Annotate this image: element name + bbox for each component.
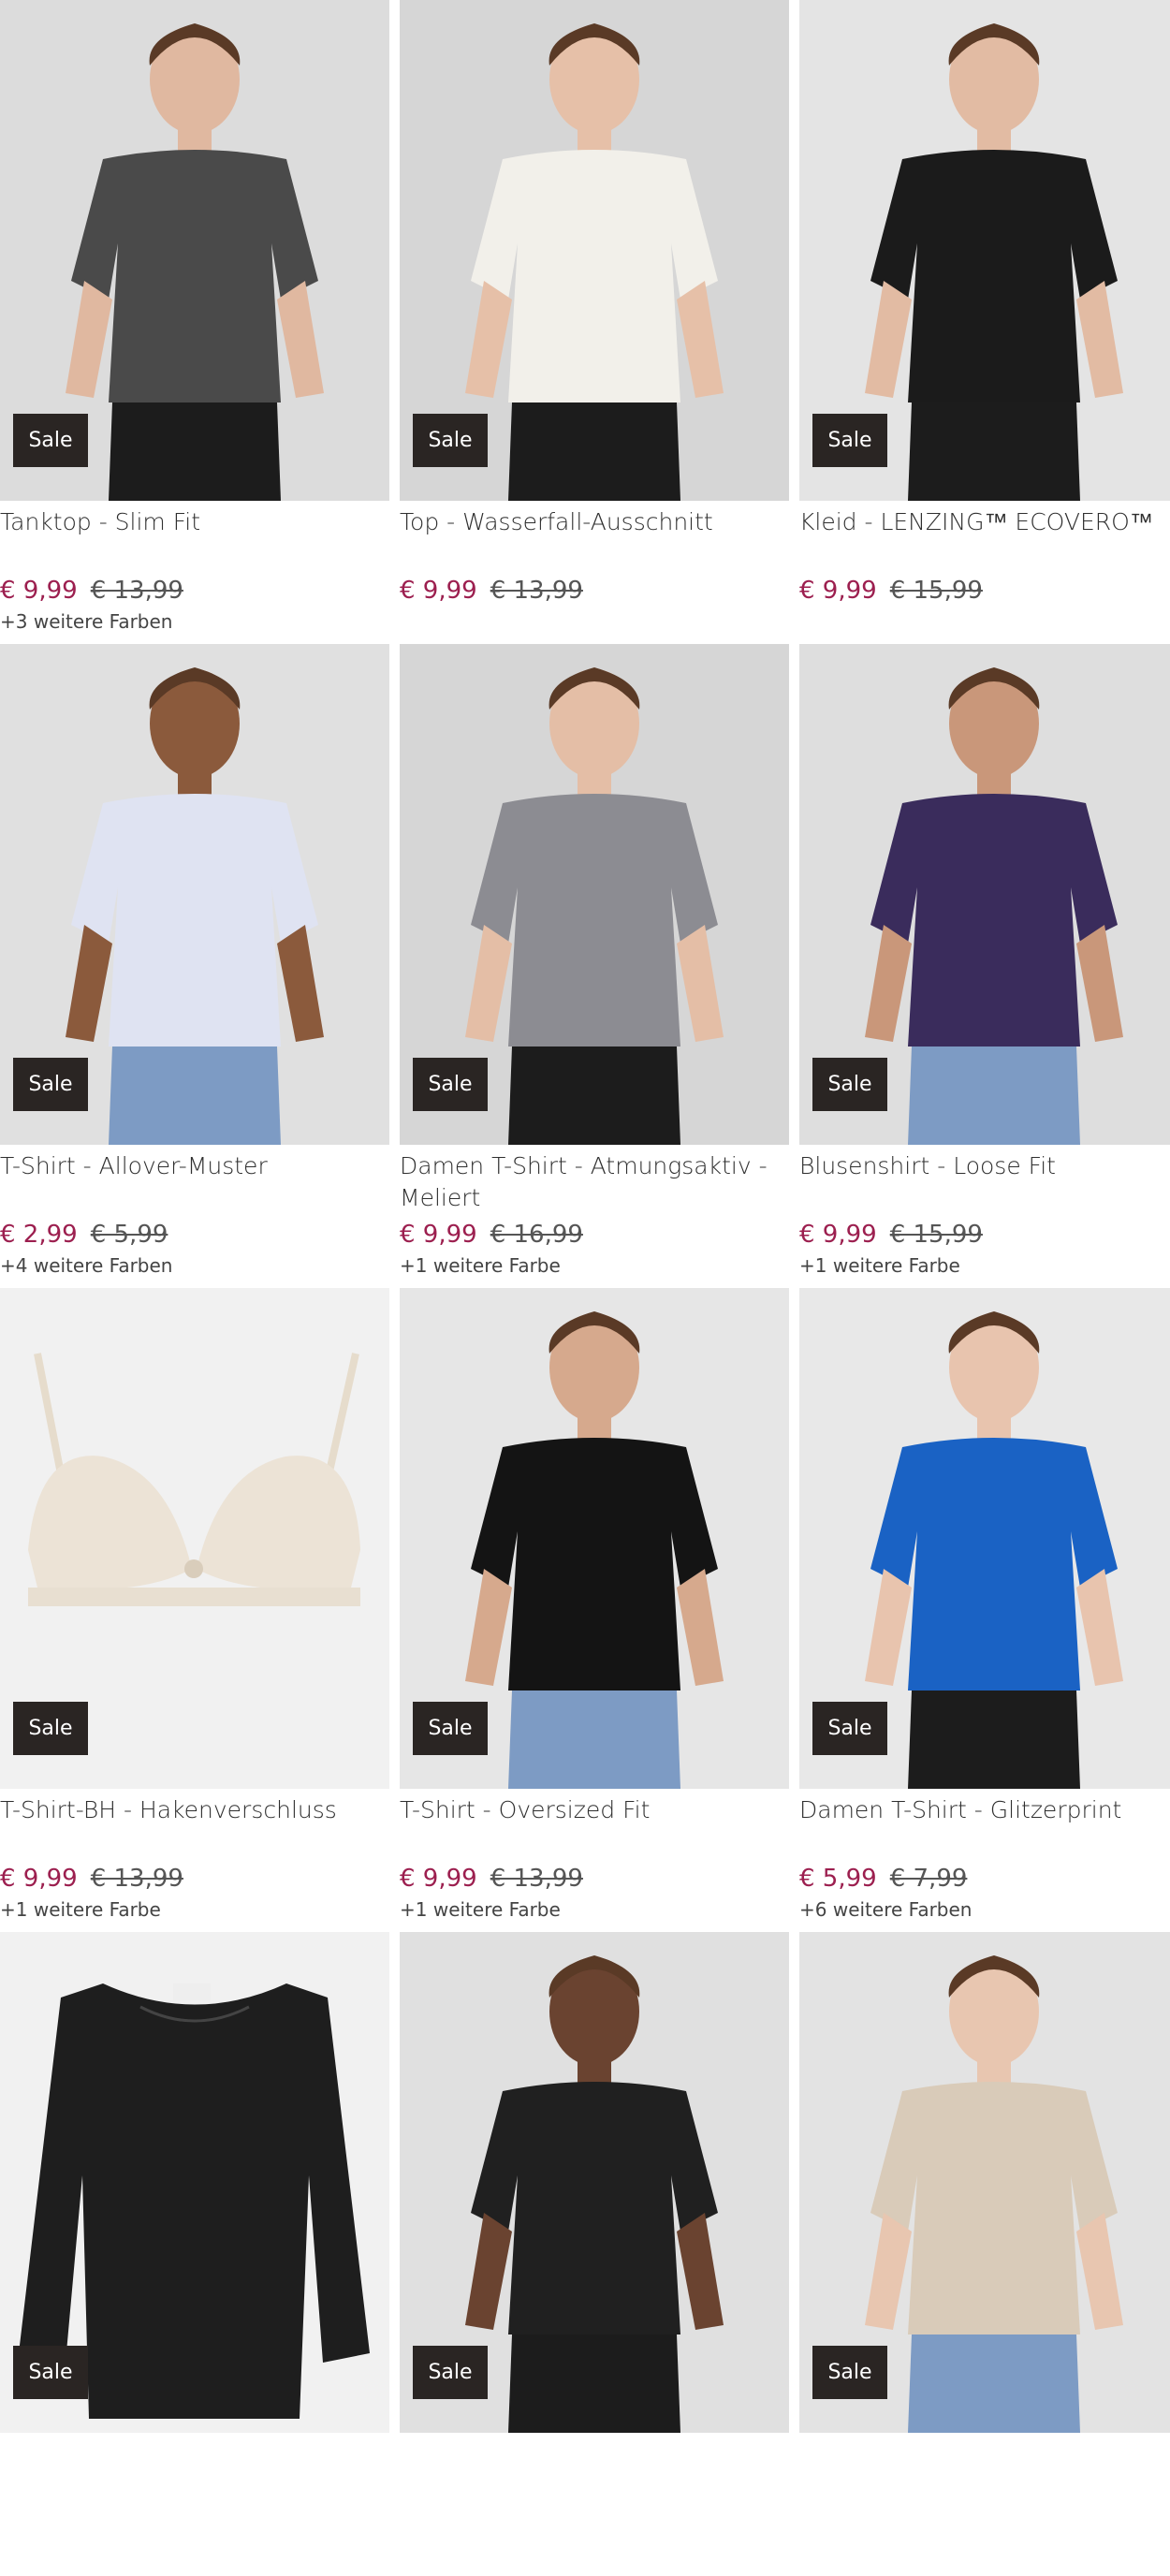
sale-price: € 9,99 <box>0 577 78 605</box>
sale-price: € 9,99 <box>400 577 477 605</box>
price-row: € 5,99 € 7,99 <box>799 1862 1170 1895</box>
more-colors-link[interactable]: +1 weitere Farbe <box>799 1251 1170 1280</box>
product-name[interactable]: T-Shirt - Oversized Fit <box>400 1794 789 1858</box>
original-price: € 13,99 <box>490 577 583 605</box>
sale-price: € 9,99 <box>799 577 877 605</box>
product-name[interactable]: Damen T-Shirt - Atmungsaktiv - Meliert <box>400 1150 789 1214</box>
more-colors-link[interactable] <box>0 2539 389 2568</box>
product-name[interactable]: T-Shirt - Allover-Muster <box>0 1150 389 1214</box>
sale-badge: Sale <box>13 1702 88 1755</box>
product-name[interactable] <box>799 2438 1170 2502</box>
price-row: € 9,99 € 13,99 <box>0 574 389 607</box>
sale-badge: Sale <box>812 2346 887 2399</box>
more-colors-link[interactable] <box>799 607 1170 636</box>
product-card[interactable]: Sale <box>400 1932 789 2576</box>
product-image[interactable]: Sale <box>400 1932 789 2433</box>
product-name[interactable] <box>0 2438 389 2502</box>
product-card[interactable]: Sale T-Shirt - Allover-Muster € 2,99 € 5,99… <box>0 644 389 1288</box>
sale-badge: Sale <box>812 1058 887 1111</box>
sale-price: € 9,99 <box>0 1865 78 1893</box>
price-row <box>0 2506 389 2539</box>
product-image[interactable]: Sale <box>799 0 1170 501</box>
product-name[interactable] <box>400 2438 789 2502</box>
product-card[interactable]: Sale <box>799 1932 1170 2576</box>
sale-badge: Sale <box>13 414 88 467</box>
more-colors-link[interactable] <box>400 2539 789 2568</box>
original-price: € 13,99 <box>490 1865 583 1893</box>
product-image[interactable]: Sale <box>400 644 789 1145</box>
product-image[interactable]: Sale <box>400 1288 789 1789</box>
original-price: € 13,99 <box>90 577 183 605</box>
original-price: € 16,99 <box>490 1221 583 1249</box>
product-name[interactable]: T-Shirt-BH - Hakenverschluss <box>0 1794 389 1858</box>
sale-badge: Sale <box>413 2346 488 2399</box>
more-colors-link[interactable]: +3 weitere Farben <box>0 607 389 636</box>
original-price: € 15,99 <box>889 577 983 605</box>
product-name[interactable]: Damen T-Shirt - Glitzerprint <box>799 1794 1170 1858</box>
price-row: € 9,99 € 13,99 <box>400 574 789 607</box>
sale-price: € 9,99 <box>400 1865 477 1893</box>
sale-badge: Sale <box>413 1058 488 1111</box>
price-row: € 9,99 € 13,99 <box>400 1862 789 1895</box>
price-row <box>799 2506 1170 2539</box>
product-name[interactable]: Kleid - LENZING™ ECOVERO™ <box>799 506 1170 570</box>
price-row <box>400 2506 789 2539</box>
sale-badge: Sale <box>413 414 488 467</box>
price-row: € 9,99 € 15,99 <box>799 574 1170 607</box>
original-price: € 15,99 <box>889 1221 983 1249</box>
product-image[interactable]: Sale <box>0 644 389 1145</box>
sale-badge: Sale <box>812 1702 887 1755</box>
product-image[interactable]: Sale <box>799 644 1170 1145</box>
sale-price: € 2,99 <box>0 1221 78 1249</box>
original-price: € 5,99 <box>90 1221 168 1249</box>
sale-badge: Sale <box>13 1058 88 1111</box>
price-row: € 9,99 € 13,99 <box>0 1862 389 1895</box>
sale-badge: Sale <box>413 1702 488 1755</box>
product-image[interactable]: Sale <box>400 0 789 501</box>
product-name[interactable]: Top - Wasserfall-Ausschnitt <box>400 506 789 570</box>
price-row: € 9,99 € 15,99 <box>799 1218 1170 1251</box>
more-colors-link[interactable]: +4 weitere Farben <box>0 1251 389 1280</box>
sale-price: € 9,99 <box>799 1221 877 1249</box>
sale-badge: Sale <box>13 2346 88 2399</box>
product-card[interactable]: Sale T-Shirt - Oversized Fit € 9,99 € 13,99… <box>400 1288 789 1932</box>
product-card[interactable]: Sale T-Shirt-BH - Hakenverschluss € 9,99 € … <box>0 1288 389 1932</box>
product-image[interactable]: Sale <box>0 0 389 501</box>
more-colors-link[interactable]: +1 weitere Farbe <box>0 1895 389 1924</box>
more-colors-link[interactable]: +1 weitere Farbe <box>400 1251 789 1280</box>
price-row: € 9,99 € 16,99 <box>400 1218 789 1251</box>
product-name[interactable]: Tanktop - Slim Fit <box>0 506 389 570</box>
more-colors-link[interactable]: +6 weitere Farben <box>799 1895 1170 1924</box>
product-image[interactable]: Sale <box>799 1932 1170 2433</box>
sale-price: € 9,99 <box>400 1221 477 1249</box>
product-card[interactable]: Sale Tanktop - Slim Fit € 9,99 € 13,99 +3 we… <box>0 0 389 644</box>
product-card[interactable]: Sale Damen T-Shirt - Glitzerprint € 5,99 € … <box>799 1288 1170 1932</box>
sale-price: € 5,99 <box>799 1865 877 1893</box>
price-row: € 2,99 € 5,99 <box>0 1218 389 1251</box>
more-colors-link[interactable] <box>400 607 789 636</box>
product-card[interactable]: Sale Damen T-Shirt - Atmungsaktiv - Melie… <box>400 644 789 1288</box>
product-grid: Sale Tanktop - Slim Fit € 9,99 € 13,99 +3 we… <box>0 0 1170 2576</box>
product-card[interactable]: Sale <box>0 1932 389 2576</box>
more-colors-link[interactable]: +1 weitere Farbe <box>400 1895 789 1924</box>
sale-badge: Sale <box>812 414 887 467</box>
product-card[interactable]: Sale Kleid - LENZING™ ECOVERO™ € 9,99 € 15,… <box>799 0 1170 644</box>
product-image[interactable]: Sale <box>0 1932 389 2433</box>
product-card[interactable]: Sale Blusenshirt - Loose Fit € 9,99 € 15,99… <box>799 644 1170 1288</box>
original-price: € 7,99 <box>889 1865 968 1893</box>
product-image[interactable]: Sale <box>799 1288 1170 1789</box>
product-card[interactable]: Sale Top - Wasserfall-Ausschnitt € 9,99 € 1… <box>400 0 789 644</box>
product-name[interactable]: Blusenshirt - Loose Fit <box>799 1150 1170 1214</box>
product-image[interactable]: Sale <box>0 1288 389 1789</box>
more-colors-link[interactable] <box>799 2539 1170 2568</box>
original-price: € 13,99 <box>90 1865 183 1893</box>
